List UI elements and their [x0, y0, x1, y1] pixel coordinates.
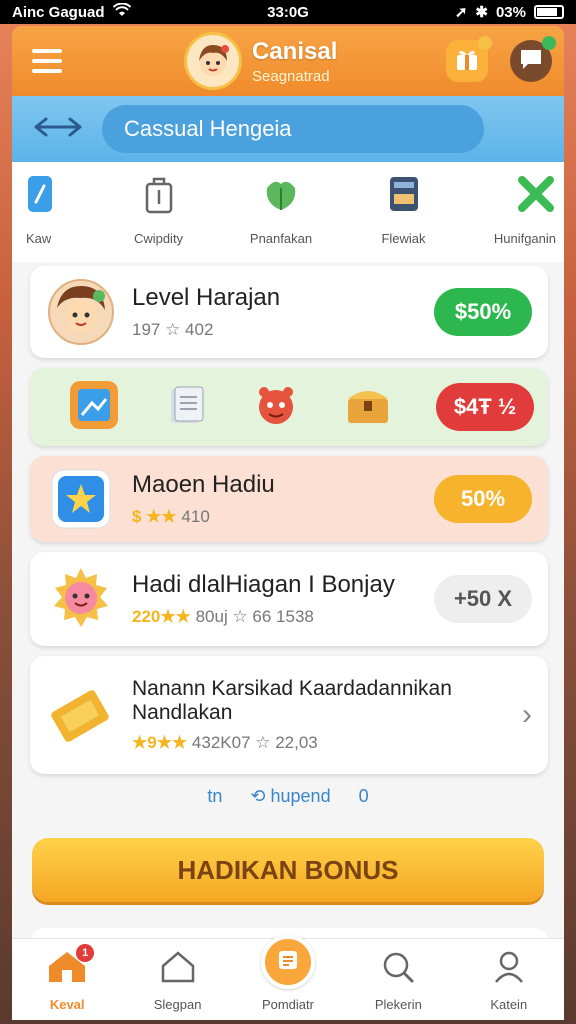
gift-icon: [454, 46, 480, 77]
discount-button[interactable]: $50%: [434, 288, 532, 336]
search-band: Cassual Hengeia: [12, 96, 564, 162]
category-label: Flewiak: [381, 231, 426, 246]
avatar[interactable]: [184, 32, 242, 90]
link-middle-label: hupend: [270, 786, 331, 806]
item-title-line2: Nandlakan: [132, 701, 233, 724]
refresh-icon: ⟲: [250, 786, 266, 806]
tab-label: Slegpan: [153, 997, 202, 1012]
list-item[interactable]: Nanann Karsikad Kaardadannikan Nandlakan…: [30, 656, 548, 774]
battery-percent: 03%: [495, 3, 526, 21]
item-stars: 220★★: [132, 607, 191, 626]
status-bar: 33:0G Ainc Gaguad ➚ ✱ 03%: [0, 0, 576, 24]
tab-profile[interactable]: Katein: [464, 950, 554, 1012]
search-input[interactable]: Cassual Hengeia: [102, 105, 484, 153]
note-icon: [276, 948, 300, 977]
item-meta: 80uj ☆ 66 1538: [195, 607, 314, 626]
link-right[interactable]: 0: [359, 786, 369, 807]
item-meta: 410: [181, 507, 210, 526]
wifi-icon: [112, 2, 131, 21]
search-icon: [381, 950, 415, 989]
bonus-button[interactable]: HADIKAN BONUS: [32, 838, 544, 902]
tab-label: Pomdiatr: [261, 997, 314, 1012]
tab-center[interactable]: Pomdiatr: [243, 935, 333, 1012]
app-header: Canisal Seagnatrad: [12, 26, 564, 96]
house-outline-icon: [160, 950, 196, 989]
category-item[interactable]: Pnanfakan: [231, 174, 331, 262]
carrier-label: Ainc Gaguad: [12, 3, 105, 21]
photo-icon[interactable]: [68, 379, 120, 436]
item-stars: ★9★★: [132, 733, 188, 752]
chat-icon: [518, 47, 544, 76]
location-icon: ➚: [454, 4, 468, 21]
discount-button[interactable]: 50%: [434, 475, 532, 523]
card-icon: [387, 174, 421, 219]
item-stars: $ ★★: [132, 507, 177, 526]
tab-search[interactable]: Plekerin: [353, 950, 443, 1012]
center-action-button[interactable]: [260, 935, 315, 989]
item-title: Maoen Hadiu: [132, 471, 275, 498]
ticket-icon: [46, 680, 116, 750]
chest-icon[interactable]: [344, 383, 392, 432]
list-item[interactable]: Maoen Hadiu $ ★★ 410 50%: [30, 456, 548, 542]
bluetooth-icon: ✱: [475, 4, 488, 21]
online-dot: [542, 36, 556, 50]
item-meta-row: 220★★ 80uj ☆ 66 1538: [132, 607, 434, 627]
swap-icon[interactable]: [32, 115, 84, 144]
menu-icon[interactable]: [32, 49, 62, 73]
brand: Canisal Seagnatrad: [184, 32, 337, 90]
bottom-tabbar: 1 Keval Slegpan Pomdiatr Plekerin Katein: [12, 935, 564, 1020]
category-item[interactable]: Cwipdity: [109, 174, 209, 262]
category-item[interactable]: Kaw: [26, 174, 86, 262]
item-meta-row: ★9★★ 432K07 ☆ 22,03: [132, 733, 522, 753]
item-title: Hadi dlalHiagan I Bonjay: [132, 571, 395, 598]
add-button[interactable]: +50 X: [434, 575, 532, 623]
battery-icon: [534, 5, 564, 19]
gift-button[interactable]: [446, 36, 492, 82]
tab-badge: 1: [76, 944, 95, 962]
item-meta: 432K07 ☆ 22,03: [191, 733, 318, 752]
item-title: Nanann Karsikad Kaardadannikan: [132, 677, 452, 700]
sun-face-icon: [46, 564, 116, 634]
tab-home[interactable]: 1 Keval: [22, 944, 112, 1012]
link-middle[interactable]: ⟲ hupend: [250, 786, 330, 807]
app-screen: Canisal Seagnatrad Cassual Hengeia Kaw C…: [12, 26, 564, 1020]
item-title: Level Harajan: [132, 284, 281, 311]
star-icon: [46, 464, 116, 534]
tab-shop[interactable]: Slegpan: [133, 950, 223, 1012]
category-label: Cwipdity: [133, 231, 184, 246]
book-icon[interactable]: [165, 383, 209, 432]
avatar: [46, 277, 116, 347]
list-item[interactable]: Level Harajan 197 ☆ 402 $50%: [30, 266, 548, 358]
link-row: tn ⟲ hupend 0: [12, 786, 564, 807]
category-label: Kaw: [26, 231, 52, 246]
icon-strip: $4Ŧ ½: [30, 368, 548, 446]
link-left[interactable]: tn: [207, 786, 222, 807]
discount-button[interactable]: $4Ŧ ½: [436, 383, 534, 431]
category-item[interactable]: Flewiak: [354, 174, 454, 262]
app-title: Canisal: [252, 37, 338, 65]
category-row: Kaw Cwipdity Pnanfakan Flewiak Hunifgani…: [12, 162, 564, 262]
category-label: Hunifganin: [493, 231, 556, 246]
app-subtitle: Seagnatrad: [252, 67, 330, 85]
tab-label: Keval: [49, 997, 85, 1012]
list-item[interactable]: Hadi dlalHiagan I Bonjay 220★★ 80uj ☆ 66…: [30, 552, 548, 646]
category-item[interactable]: Hunifganin: [476, 174, 556, 262]
item-meta-row: $ ★★ 410: [132, 507, 434, 527]
item-meta: 197 ☆ 402: [132, 320, 214, 339]
chevron-right-icon[interactable]: ›: [522, 698, 532, 732]
tab-label: Plekerin: [374, 997, 422, 1012]
monster-icon[interactable]: [253, 382, 299, 433]
chat-button[interactable]: [510, 36, 556, 82]
leaf-icon: [261, 174, 301, 219]
x-icon: [516, 174, 556, 219]
pencil-icon: [26, 174, 54, 219]
category-label: Pnanfakan: [249, 231, 313, 246]
bag-icon: [143, 174, 175, 219]
user-icon: [493, 950, 525, 989]
notification-dot: [478, 36, 492, 50]
tab-label: Katein: [490, 997, 528, 1012]
